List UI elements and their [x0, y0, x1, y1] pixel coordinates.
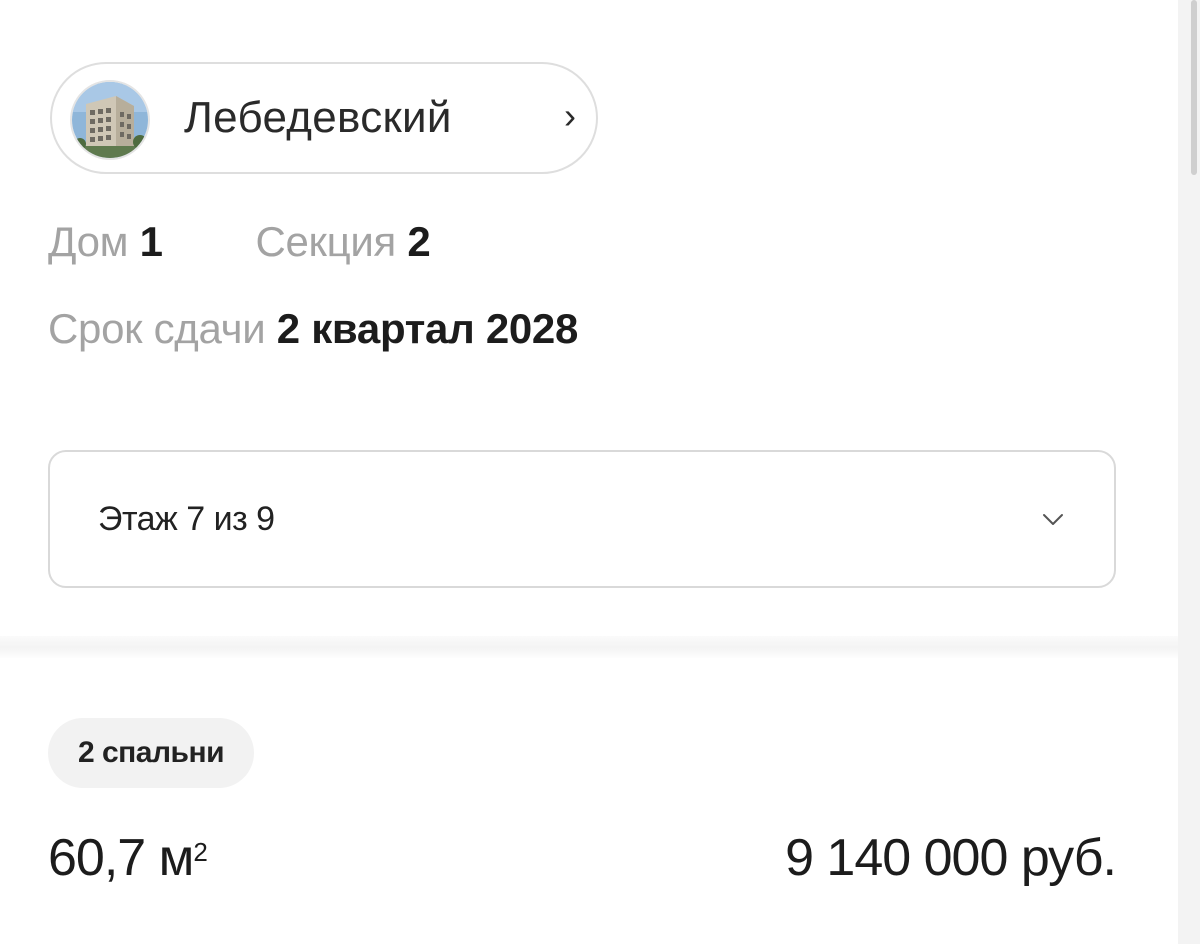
- apartment-area: 60,7 м2: [48, 822, 208, 894]
- house-value: 1: [139, 218, 163, 265]
- area-unit-superscript: 2: [193, 837, 208, 867]
- floor-selected-value: Этаж 7 из 9: [98, 500, 275, 538]
- section-value: 2: [407, 218, 431, 265]
- section-label: Секция: [255, 218, 396, 265]
- project-name: Лебедевский: [184, 93, 452, 142]
- deadline-value: 2 квартал 2028: [276, 305, 579, 352]
- scrollbar-thumb[interactable]: [1191, 0, 1197, 175]
- chevron-right-icon: ›: [564, 95, 576, 136]
- house-section-row: Дом 1 Секция 2: [48, 218, 431, 266]
- apartment-price: 9 140 000 руб.: [785, 829, 1117, 887]
- project-link-button[interactable]: Лебедевский ›: [50, 62, 598, 174]
- bedrooms-badge: 2 спальни: [48, 718, 254, 788]
- deadline-row: Срок сдачи 2 квартал 2028: [48, 305, 578, 353]
- scrollbar[interactable]: [1178, 0, 1200, 944]
- building-photo-icon: [70, 80, 150, 160]
- deadline-label: Срок сдачи: [48, 305, 266, 352]
- chevron-down-icon: [1043, 514, 1063, 525]
- apartment-card: [0, 658, 1176, 944]
- house-label: Дом: [48, 218, 129, 265]
- area-value: 60,7 м: [48, 829, 194, 887]
- floor-dropdown[interactable]: Этаж 7 из 9: [48, 450, 1116, 588]
